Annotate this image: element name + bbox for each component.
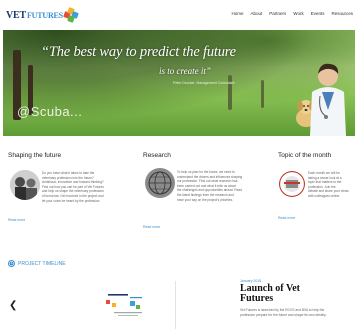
- column-image-topic[interactable]: [279, 171, 305, 197]
- nav-item-resources[interactable]: Resources: [331, 11, 353, 16]
- nav-item-events[interactable]: Events: [311, 11, 325, 16]
- read-more-link[interactable]: Read more: [143, 225, 160, 229]
- column-image-research[interactable]: [145, 168, 175, 198]
- read-more-link[interactable]: Read more: [8, 218, 25, 222]
- column-image-shaping[interactable]: [10, 170, 40, 200]
- site-logo[interactable]: VET FUTURES: [6, 7, 79, 23]
- timeline-entry-text: Vet Futures is launched by the RCVS and …: [240, 308, 327, 317]
- timeline-entry-title[interactable]: Launch of Vet Futures: [240, 284, 320, 304]
- logo-pinwheel-icon: [63, 7, 79, 23]
- site-header: VET FUTURES Home About Partners Work Eve…: [0, 0, 355, 30]
- vet-illustration: [310, 63, 346, 136]
- timeline-label: PROJECT TIMELINE: [18, 260, 66, 267]
- read-more-link[interactable]: Read more: [278, 216, 295, 220]
- hero-banner[interactable]: “The best way to predict the future is t…: [3, 30, 355, 136]
- logo-futures-text: FUTURES: [26, 10, 63, 20]
- topic-badge-icon: [279, 171, 305, 197]
- people-photo-icon: [10, 170, 40, 200]
- hero-subline: Peter Drucker, Management Consultant: [173, 81, 235, 85]
- timeline-prev-button[interactable]: ❮: [9, 300, 17, 311]
- globe-icon: [145, 168, 175, 198]
- hero-tagline: “The best way to predict the future: [41, 44, 236, 60]
- column-text-shaping: Do you have what it takes to take the ve…: [42, 171, 104, 203]
- hero-logo-text: @Scuba...: [17, 104, 83, 119]
- timeline-divider: [175, 281, 176, 329]
- timeline-header: PROJECT TIMELINE: [8, 260, 66, 267]
- nav-item-home[interactable]: Home: [232, 11, 244, 16]
- column-text-topic: Each month we will be taking a closer lo…: [308, 171, 349, 198]
- main-nav: Home About Partners Work Events Resource…: [232, 11, 354, 16]
- nav-item-about[interactable]: About: [251, 11, 263, 16]
- column-title-shaping: Shaping the future: [8, 152, 62, 159]
- nav-item-work[interactable]: Work: [293, 11, 303, 16]
- column-title-topic: Topic of the month: [278, 152, 332, 159]
- column-title-research: Research: [143, 152, 171, 159]
- column-text-research: To help us plan for the future, we need …: [177, 170, 243, 202]
- hero-caption: is to create it”: [159, 66, 211, 76]
- nav-item-partners[interactable]: Partners: [269, 11, 286, 16]
- timeline-launch-image[interactable]: [100, 288, 162, 324]
- logo-vet-text: VET: [6, 9, 26, 21]
- tree-trunk: [261, 80, 264, 108]
- timeline-clock-icon: [8, 260, 15, 267]
